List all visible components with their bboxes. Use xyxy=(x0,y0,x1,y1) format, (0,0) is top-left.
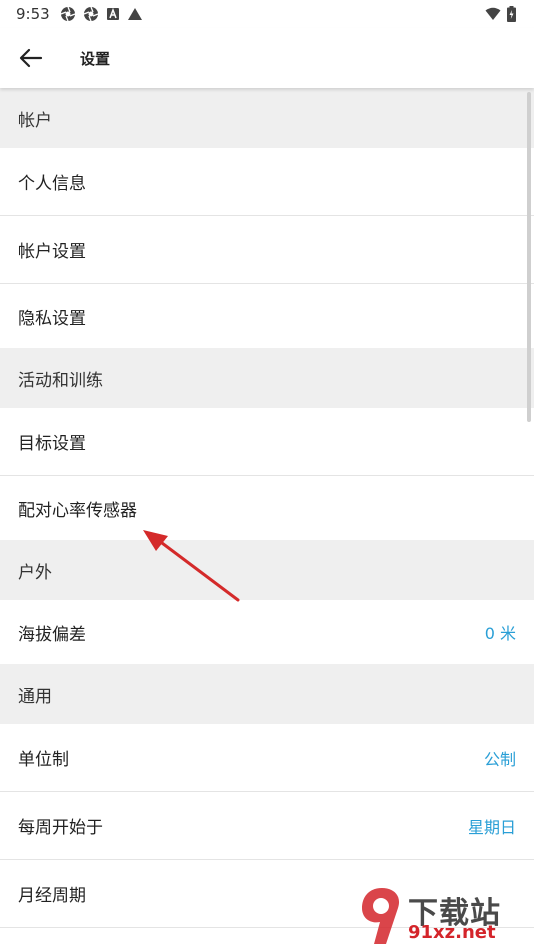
triangle-icon xyxy=(127,8,142,20)
arrow-left-icon xyxy=(19,48,43,68)
section-header-outdoor: 户外 xyxy=(0,540,534,600)
settings-item-pair-hr-sensor[interactable]: 配对心率传感器 xyxy=(0,476,534,540)
battery-charging-icon xyxy=(507,6,516,22)
watermark-domain: 91xz.net xyxy=(408,922,496,943)
settings-item-account-settings[interactable]: 帐户设置 xyxy=(0,216,534,284)
logo-badge-icon xyxy=(362,888,400,944)
app-bar: 设置 xyxy=(0,28,534,88)
section-header-general: 通用 xyxy=(0,664,534,724)
settings-item-label: 配对心率传感器 xyxy=(18,500,137,521)
status-system-icons xyxy=(485,6,516,22)
section-header-account: 帐户 xyxy=(0,88,534,148)
settings-list[interactable]: 帐户 个人信息 帐户设置 隐私设置 活动和训练 目标设置 配对心率传感器 户外 … xyxy=(0,88,534,950)
settings-item-altitude-offset[interactable]: 海拔偏差 0 米 xyxy=(0,600,534,664)
settings-item-label: 每周开始于 xyxy=(18,818,103,838)
settings-item-personal-info[interactable]: 个人信息 xyxy=(0,148,534,216)
settings-item-privacy-settings[interactable]: 隐私设置 xyxy=(0,284,534,348)
section-header-activity: 活动和训练 xyxy=(0,348,534,408)
settings-item-label: 海拔偏差 xyxy=(18,624,86,645)
settings-item-goal-settings[interactable]: 目标设置 xyxy=(0,408,534,476)
status-time: 9:53 xyxy=(16,5,50,23)
settings-item-label: 单位制 xyxy=(18,750,69,770)
settings-item-label: 帐户设置 xyxy=(18,242,86,262)
wifi-icon xyxy=(485,7,501,20)
settings-item-label: 目标设置 xyxy=(18,434,86,454)
page-title: 设置 xyxy=(80,49,111,68)
a-box-icon xyxy=(106,7,119,20)
settings-item-label: 个人信息 xyxy=(18,174,86,194)
status-bar: 9:53 xyxy=(0,0,534,28)
watermark-logo: 下载站 91xz.net xyxy=(360,886,530,948)
settings-item-week-start[interactable]: 每周开始于 星期日 xyxy=(0,792,534,860)
aperture-icon xyxy=(60,6,75,22)
scrollbar[interactable] xyxy=(527,92,531,422)
back-button[interactable] xyxy=(0,28,62,88)
settings-item-unit-system[interactable]: 单位制 公制 xyxy=(0,724,534,792)
settings-item-value: 公制 xyxy=(483,749,516,769)
settings-item-label: 隐私设置 xyxy=(18,308,86,329)
settings-item-value: 0 米 xyxy=(484,624,516,643)
aperture-icon xyxy=(83,6,98,22)
settings-item-value: 星期日 xyxy=(467,817,516,837)
status-notification-icons xyxy=(60,6,143,22)
